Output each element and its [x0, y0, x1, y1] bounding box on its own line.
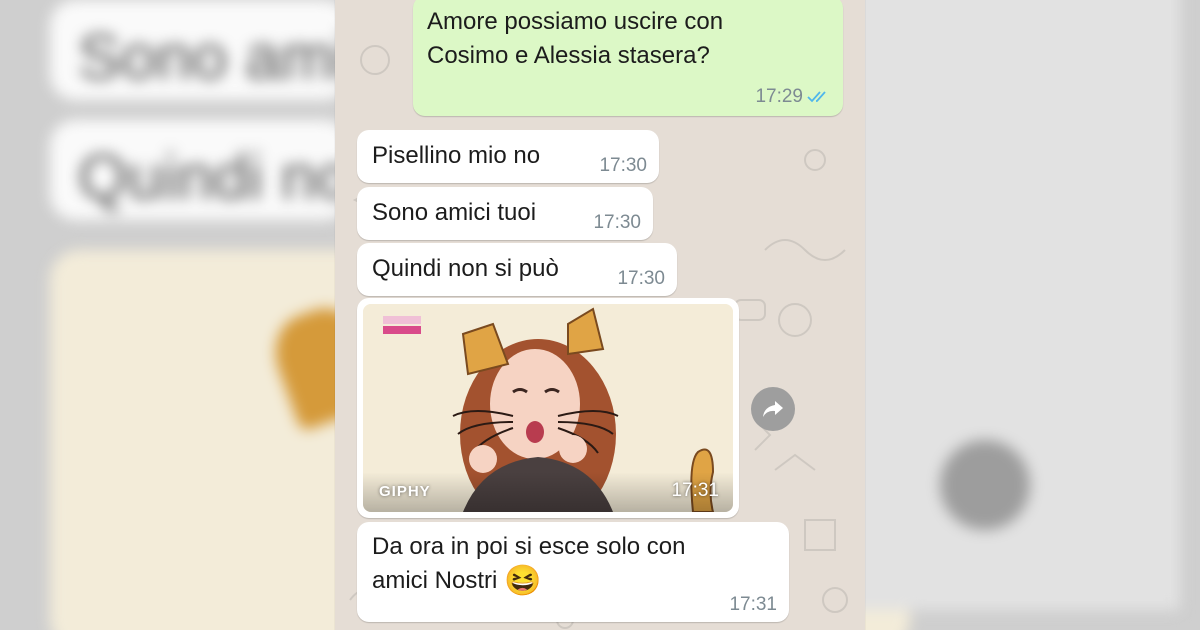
double-check-icon: [807, 91, 826, 103]
forward-button[interactable]: [751, 387, 795, 431]
message-time: 17:29: [755, 86, 803, 107]
message-text-line: amici Nostri 😆: [372, 564, 686, 599]
blurred-bubble: Sono amici tuoi: [50, 0, 350, 100]
message-outgoing[interactable]: Amore possiamo uscire con Cosimo e Aless…: [413, 0, 843, 116]
message-text-line: Da ora in poi si esce solo con: [372, 533, 686, 560]
forward-icon: [763, 401, 783, 417]
giphy-badge: GIPHY: [379, 483, 431, 500]
message-text: Pisellino mio no: [372, 142, 541, 169]
message-text-line: Cosimo e Alessia stasera?: [427, 42, 710, 69]
blurred-bubble: Quindi non si può: [50, 120, 350, 220]
message-text-fragment: amici Nostri: [372, 567, 498, 594]
blurred-text: Quindi non si può: [78, 141, 350, 213]
gif-message[interactable]: GIPHY 17:31: [357, 298, 739, 518]
blurred-forward-button: [940, 440, 1030, 530]
message-time: 17:30: [599, 155, 647, 176]
message-incoming[interactable]: Sono amici tuoi 17:30: [357, 187, 653, 240]
message-text-line: Amore possiamo uscire con: [427, 8, 724, 35]
message-text: Sono amici tuoi: [372, 199, 537, 226]
gif-thumbnail[interactable]: GIPHY 17:31: [363, 304, 733, 512]
message-time: 17:31: [671, 480, 719, 501]
message-time: 17:30: [593, 212, 641, 233]
blurred-text: Sono amici tuoi: [78, 21, 350, 93]
message-time: 17:31: [729, 594, 777, 615]
message-incoming[interactable]: Quindi non si può 17:30: [357, 243, 677, 296]
message-text: Quindi non si può: [372, 255, 559, 282]
message-time: 17:30: [617, 268, 665, 289]
message-incoming[interactable]: Pisellino mio no 17:30: [357, 130, 659, 183]
laughing-emoji-icon: 😆: [504, 564, 542, 598]
message-incoming[interactable]: Da ora in poi si esce solo con amici Nos…: [357, 522, 789, 622]
